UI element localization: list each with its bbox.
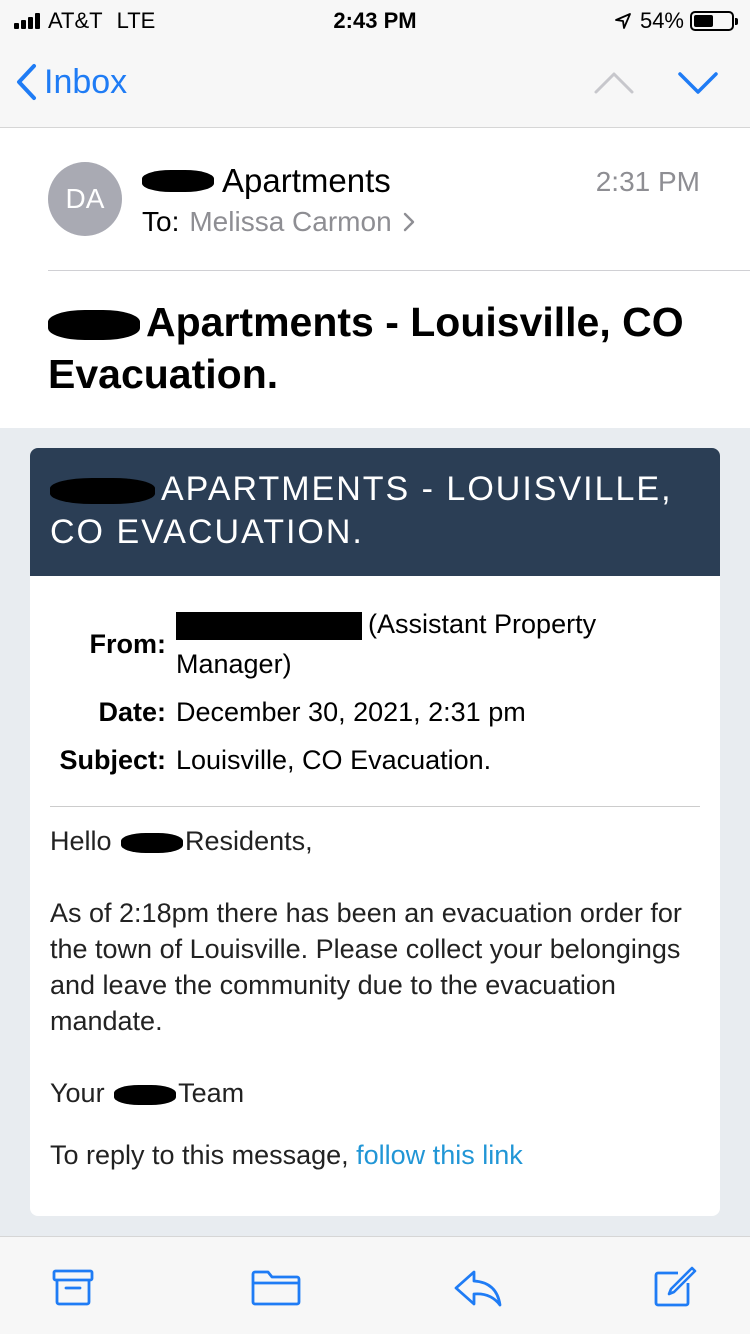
bottom-toolbar bbox=[0, 1236, 750, 1334]
move-to-folder-button[interactable] bbox=[250, 1267, 302, 1312]
back-button[interactable]: Inbox bbox=[14, 62, 127, 102]
recipient-line[interactable]: To: Melissa Carmon bbox=[142, 206, 416, 238]
recipient-name: Melissa Carmon bbox=[189, 206, 392, 237]
compose-button[interactable] bbox=[652, 1265, 698, 1314]
received-time: 2:31 PM bbox=[595, 166, 700, 197]
to-label: To: bbox=[142, 206, 180, 237]
status-bar: AT&T LTE 2:43 PM 54% bbox=[0, 0, 750, 40]
chevron-up-icon bbox=[594, 72, 634, 94]
redaction-mark bbox=[142, 170, 214, 192]
signoff-start: Your bbox=[50, 1078, 105, 1108]
reply-line: To reply to this message, follow this li… bbox=[50, 1137, 700, 1173]
chevron-right-icon bbox=[403, 212, 414, 232]
from-value: (Assistant Property Manager) bbox=[176, 604, 646, 684]
battery-percent: 54% bbox=[639, 8, 684, 33]
chevron-down-icon bbox=[678, 72, 718, 94]
message-header: DA Apartments 2:31 PM To: Melissa Carmon… bbox=[0, 128, 750, 428]
nav-bar: Inbox bbox=[0, 40, 750, 128]
date-value: December 30, 2021, 2:31 pm bbox=[176, 697, 526, 727]
message-body: APARTMENTS - LOUISVILLE, CO EVACUATION. … bbox=[0, 428, 750, 1236]
status-right: 54% bbox=[614, 8, 738, 34]
signoff: Your Team bbox=[50, 1075, 700, 1111]
greeting-start: Hello bbox=[50, 826, 112, 856]
compose-icon bbox=[654, 1266, 697, 1307]
avatar[interactable]: DA bbox=[48, 162, 122, 236]
sender-name: Apartments bbox=[222, 162, 391, 199]
redaction-mark bbox=[114, 1084, 177, 1105]
from-row: From: (Assistant Property Manager) bbox=[30, 604, 720, 684]
chevron-left-icon bbox=[17, 64, 36, 100]
battery-fill bbox=[694, 15, 714, 27]
next-message-button[interactable] bbox=[674, 64, 722, 105]
subject-text: Apartments - Louisville, CO Evacuation. bbox=[48, 299, 684, 397]
folder-icon bbox=[251, 1270, 301, 1306]
email-banner: APARTMENTS - LOUISVILLE, CO EVACUATION. bbox=[30, 448, 720, 576]
redaction-mark bbox=[176, 611, 362, 640]
reply-link[interactable]: follow this link bbox=[356, 1140, 523, 1170]
redaction-mark bbox=[48, 310, 140, 341]
signoff-end: Team bbox=[178, 1078, 245, 1108]
email-card: APARTMENTS - LOUISVILLE, CO EVACUATION. … bbox=[30, 448, 720, 1216]
subject-label: Subject: bbox=[59, 745, 166, 775]
message-text: Hello Residents, As of 2:18pm there has … bbox=[30, 807, 720, 1173]
greeting-end: Residents, bbox=[185, 826, 313, 856]
sender-line[interactable]: Apartments bbox=[142, 162, 391, 200]
greeting: Hello Residents, bbox=[50, 823, 700, 859]
location-arrow-icon bbox=[615, 13, 631, 29]
subject-row: Subject: Louisville, CO Evacuation. bbox=[30, 740, 720, 780]
back-label: Inbox bbox=[44, 62, 128, 101]
redaction-mark bbox=[50, 478, 155, 505]
from-label: From: bbox=[89, 629, 167, 659]
header-divider bbox=[48, 270, 750, 271]
previous-message-button[interactable] bbox=[590, 64, 638, 105]
body-paragraph: As of 2:18pm there has been an evacuatio… bbox=[50, 898, 682, 1036]
email-meta: From: (Assistant Property Manager) Date:… bbox=[30, 576, 720, 780]
reply-button[interactable] bbox=[452, 1267, 504, 1314]
date-row: Date: December 30, 2021, 2:31 pm bbox=[30, 692, 720, 732]
archive-button[interactable] bbox=[50, 1267, 96, 1312]
date-label: Date: bbox=[98, 697, 166, 727]
archive-icon bbox=[52, 1269, 94, 1306]
redaction-mark bbox=[121, 832, 184, 853]
battery-icon bbox=[690, 11, 738, 31]
reply-text: To reply to this message, bbox=[50, 1140, 349, 1170]
message-subject: Apartments - Louisville, CO Evacuation. bbox=[48, 296, 688, 400]
reply-icon bbox=[454, 1270, 502, 1307]
subject-value: Louisville, CO Evacuation. bbox=[176, 745, 492, 775]
